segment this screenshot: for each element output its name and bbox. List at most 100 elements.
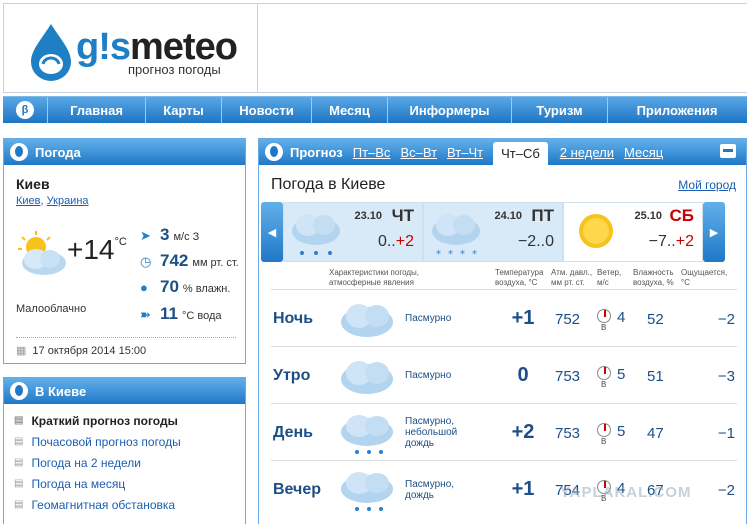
wind-arrow-icon: ➤ (140, 228, 151, 243)
compass-icon (597, 423, 611, 437)
cloud-icon (341, 361, 393, 394)
main-nav: β Главная Карты Новости Месяц Информеры … (3, 96, 747, 123)
day-name: СБ (669, 206, 695, 225)
svg-text:*: * (460, 249, 465, 259)
period-name: Утро (273, 367, 311, 384)
period-wind: В5 (597, 363, 637, 393)
day-temp: −2..0 (517, 233, 554, 250)
panel-header: Погода (4, 139, 245, 165)
period-name: День (273, 424, 313, 441)
current-temperature: +14°C (67, 234, 127, 265)
col-temp: Температура воздуха, °C (495, 268, 544, 287)
pressure-stat: ◷ 742 мм рт. ст. (140, 251, 239, 270)
gismeteo-icon (265, 143, 283, 161)
table-header: Характеристики погоды, атмосферные явлен… (271, 266, 737, 290)
day-date: 23.10 (354, 210, 382, 222)
day-name: ПТ (531, 206, 554, 225)
period-name: Ночь (273, 310, 314, 327)
col-feels: Ощущается, °C (681, 268, 728, 287)
tab-2-weeks[interactable]: 2 недели (560, 145, 614, 160)
drop-icon (31, 24, 71, 81)
day-card[interactable]: * * * * 24.10 ПТ −2..0 (423, 202, 563, 262)
city-link[interactable]: Киев (16, 195, 41, 207)
period-name: Вечер (273, 481, 322, 498)
tab-tue-thu[interactable]: Вт–Чт (447, 145, 483, 160)
print-icon[interactable] (720, 144, 736, 158)
period-desc: Пасмурно, дождь (405, 478, 455, 501)
col-humidity: Влажность воздуха, % (633, 268, 674, 287)
gismeteo-icon (10, 382, 28, 400)
tab-sun-tue[interactable]: Вс–Вт (400, 145, 437, 160)
sun-icon (579, 214, 613, 248)
col-pressure: Атм. давл., мм рт. ст. (551, 268, 593, 287)
doc-icon: ▤ (14, 499, 24, 510)
my-city-link[interactable]: Мой город (678, 178, 736, 192)
list-item[interactable]: ▤ Краткий прогноз погоды (14, 410, 245, 431)
logo-text-a: g!s (76, 26, 131, 68)
list-item[interactable]: ▤ Почасовой прогноз погоды (14, 431, 245, 452)
list-item[interactable]: ▤ Погода на 2 недели (14, 452, 245, 473)
day-card[interactable]: 23.10 ЧТ 0..+2 (283, 202, 423, 262)
period-desc: Пасмурно (405, 370, 452, 381)
cloud-rain-icon (341, 472, 393, 511)
table-row: Утро Пасмурно 0 753 В5 51 −3 (271, 347, 737, 404)
period-desc: Пасмурно (405, 313, 452, 324)
forecast-table: Характеристики погоды, атмосферные явлен… (271, 266, 737, 518)
tab-month[interactable]: Месяц (624, 145, 663, 160)
nav-item-news[interactable]: Новости (222, 97, 312, 123)
svg-text:*: * (448, 249, 453, 259)
day-card[interactable]: 25.10 СБ −7..+2 (563, 202, 703, 262)
period-pressure: 752 (555, 311, 581, 328)
period-pressure: 753 (555, 425, 581, 442)
kiev-links-list: ▤ Краткий прогноз погоды ▤ Почасовой прогн… (4, 404, 245, 515)
cloud-icon (341, 304, 393, 337)
period-feels: −2 (717, 482, 735, 499)
tab-fri-sun[interactable]: Пт–Вс (353, 145, 391, 160)
country-link[interactable]: Украина (47, 195, 89, 207)
col-desc: Характеристики погоды, атмосферные явлен… (329, 268, 419, 287)
compass-icon (597, 309, 611, 323)
nav-item-tourism[interactable]: Туризм (512, 97, 608, 123)
day-temp: −7..+2 (648, 233, 694, 250)
day-selector: ◀ 23.10 ЧТ 0..+2 * * * * 24.10 ПТ −2..0 25.… (261, 202, 745, 262)
day-date: 25.10 (634, 210, 662, 222)
next-arrow-icon[interactable]: ▶ (703, 202, 725, 262)
nav-item-apps[interactable]: Приложения (608, 97, 746, 123)
nav-item-maps[interactable]: Карты (146, 97, 222, 123)
nav-item-informers[interactable]: Информеры (388, 97, 512, 123)
humidity-stat: ● 70% влажн. (140, 277, 231, 296)
period-humidity: 47 (647, 425, 664, 442)
svg-text:*: * (436, 249, 441, 259)
forecast-panel: Прогноз Пт–Вс Вс–Вт Вт–Чт Чт–Сб 2 недели… (258, 138, 747, 524)
day-temp: 0..+2 (377, 233, 414, 250)
period-humidity: 51 (647, 368, 664, 385)
forecast-label: Прогноз (265, 143, 343, 161)
period-feels: −1 (717, 425, 735, 442)
nav-item-month[interactable]: Месяц (312, 97, 388, 123)
calendar-icon: ▦ (16, 345, 27, 357)
weather-description: Малооблачно (16, 303, 87, 315)
day-name: ЧТ (391, 206, 414, 225)
forecast-tabs: Прогноз Пт–Вс Вс–Вт Вт–Чт Чт–Сб 2 недели… (259, 139, 746, 165)
period-wind: В4 (597, 306, 637, 336)
timestamp: ▦ 17 октября 2014 15:00 (16, 337, 236, 357)
sun-cloud-icon (18, 231, 66, 275)
list-item[interactable]: ▤ Геомагнитная обстановка (14, 494, 245, 515)
table-row: День Пасмурно, небольшой дождь +2 753 В5… (271, 404, 737, 461)
page-title: Погода в Киеве (271, 176, 386, 193)
prev-arrow-icon[interactable]: ◀ (261, 202, 283, 262)
period-temp: 0 (517, 364, 529, 386)
gismeteo-icon (10, 143, 28, 161)
doc-icon: ▤ (14, 457, 24, 468)
beta-icon[interactable]: β (3, 97, 48, 123)
logo[interactable]: g!smeteo прогноз погоды (3, 3, 258, 93)
temp-unit: °C (114, 236, 127, 248)
logo-subtitle: прогноз погоды (128, 62, 221, 77)
panel-title: Погода (35, 144, 81, 160)
period-temp: +2 (511, 421, 535, 443)
list-item[interactable]: ▤ Погода на месяц (14, 473, 245, 494)
period-feels: −3 (717, 368, 735, 385)
tab-thu-sat[interactable]: Чт–Сб (493, 142, 548, 165)
nav-item-home[interactable]: Главная (48, 97, 146, 123)
drop-small-icon: ● (140, 280, 148, 295)
